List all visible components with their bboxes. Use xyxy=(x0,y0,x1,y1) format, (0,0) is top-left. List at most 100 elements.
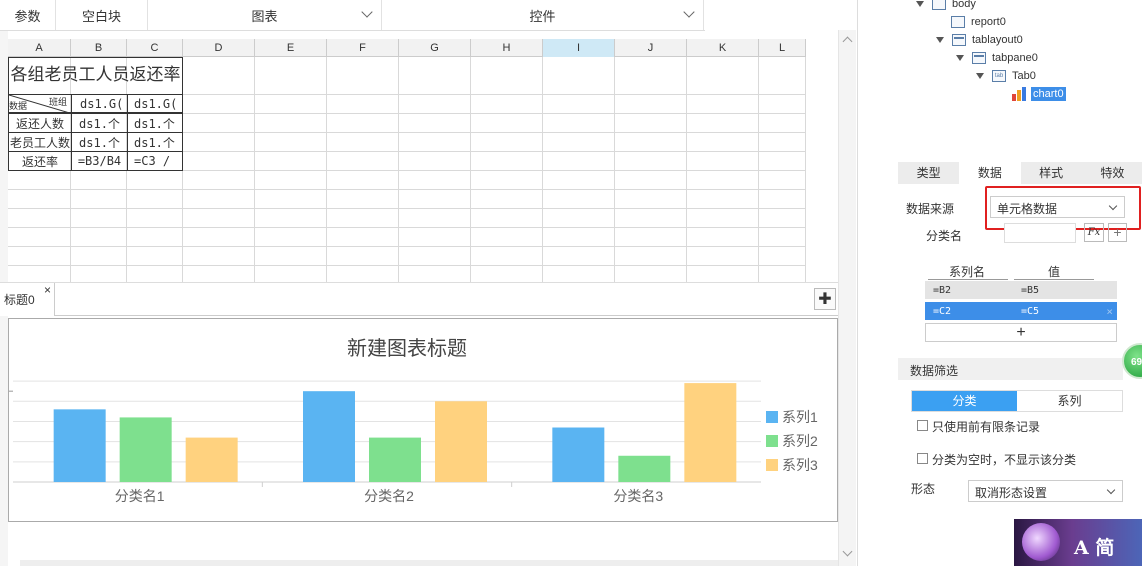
data-source-select[interactable]: 单元格数据 xyxy=(990,196,1125,218)
tree-label: body xyxy=(952,0,976,10)
row-label-cell[interactable]: 返还率 xyxy=(8,151,72,171)
cell-c2[interactable]: ds1.G( xyxy=(127,94,183,113)
column-header-k[interactable]: K xyxy=(687,39,759,57)
column-header-i[interactable]: I xyxy=(543,39,615,57)
column-header-f[interactable]: F xyxy=(327,39,399,57)
value-header: 值 xyxy=(1048,265,1061,279)
data-filter-header[interactable]: 数据筛选 xyxy=(898,358,1123,380)
segment-series[interactable]: 系列 xyxy=(1017,391,1122,411)
data-source-value: 单元格数据 xyxy=(997,202,1058,216)
filter-segment: 分类 系列 xyxy=(911,390,1123,412)
cell-grid[interactable]: 各组老员工人员返还率 班组 数据 ds1.G( ds1.G( 返还人数 ds1.个… xyxy=(8,57,806,283)
limit-records-label: 只使用前有限条记录 xyxy=(932,420,1041,434)
legend-swatch-1 xyxy=(766,411,778,423)
legend-swatch-3 xyxy=(766,459,778,471)
column-header-g[interactable]: G xyxy=(399,39,471,57)
series-value: =B5 xyxy=(1021,284,1040,296)
tree-label-selected: chart0 xyxy=(1031,87,1066,101)
title-cell[interactable]: 各组老员工人员返还率 xyxy=(8,57,183,94)
series-value: =C5 xyxy=(1021,305,1040,317)
grid-line xyxy=(470,57,471,283)
grid-line xyxy=(542,57,543,283)
property-tab-3[interactable]: 特效 xyxy=(1082,162,1142,184)
chart-dropdown-label: 图表 xyxy=(251,8,278,24)
column-header-a[interactable]: A xyxy=(8,39,71,57)
cell-c[interactable]: ds1.个 xyxy=(127,132,183,152)
form-select[interactable]: 取消形态设置 xyxy=(968,480,1123,502)
limit-records-checkbox[interactable] xyxy=(917,420,928,431)
cell-c[interactable]: =C3 / xyxy=(127,151,183,171)
property-tab-1[interactable]: 数据 xyxy=(959,162,1021,184)
row-label-cell[interactable]: 返还人数 xyxy=(8,113,72,133)
blank-block-button[interactable]: 空白块 xyxy=(56,0,148,30)
cell-b[interactable]: ds1.个 xyxy=(71,132,128,152)
floating-badge[interactable]: 69 xyxy=(1122,343,1142,379)
tree-item-tab0[interactable]: tab Tab0 xyxy=(976,67,1036,85)
cell-b2[interactable]: ds1.G( xyxy=(71,94,128,113)
tab-title0[interactable]: 标题0 × xyxy=(0,283,55,316)
chart-dropdown[interactable]: 图表 xyxy=(148,0,382,30)
tree-item-tablayout0[interactable]: tablayout0 xyxy=(936,31,1023,49)
bar-3-1 xyxy=(185,437,238,482)
bar-1-3 xyxy=(552,427,605,482)
tree-item-chart0[interactable]: chart0 xyxy=(1011,85,1066,103)
cell-c[interactable]: ds1.个 xyxy=(127,113,183,133)
column-header-e[interactable]: E xyxy=(255,39,327,57)
cell-b[interactable]: =B3/B4 xyxy=(71,151,128,171)
x-tick-label: 分类名3 xyxy=(613,488,663,504)
add-category-button[interactable]: + xyxy=(1108,223,1127,242)
category-name-input[interactable] xyxy=(1004,223,1076,243)
column-header-d[interactable]: D xyxy=(183,39,255,57)
segment-category[interactable]: 分类 xyxy=(912,391,1017,411)
slash-header-cell[interactable]: 班组 数据 xyxy=(8,94,72,113)
top-toolbar: 参数 空白块 图表 控件 xyxy=(0,0,705,31)
column-header-c[interactable]: C xyxy=(127,39,183,57)
column-header-b[interactable]: B xyxy=(71,39,127,57)
promo-banner[interactable]: A 简 xyxy=(1014,519,1142,566)
formula-button[interactable]: Fx xyxy=(1084,223,1104,242)
column-header-l[interactable]: L xyxy=(759,39,806,57)
series-row-selected[interactable]: =C2 =C5 × xyxy=(925,302,1117,320)
hide-empty-checkbox[interactable] xyxy=(917,453,928,464)
chart-preview[interactable]: 新建图表标题 分类名1 分类名2 分类名3 系列1 系列2 系列3 xyxy=(8,318,838,522)
scroll-down-icon[interactable] xyxy=(842,546,853,557)
bar-3-3 xyxy=(684,383,737,482)
add-series-button[interactable]: + xyxy=(925,323,1117,342)
series-row[interactable]: =B2 =B5 xyxy=(925,281,1117,299)
bar-2-1 xyxy=(119,417,172,482)
bar-2-3 xyxy=(618,455,671,482)
bar-2-2 xyxy=(369,437,421,482)
expand-icon xyxy=(976,73,984,79)
tree-item-report0[interactable]: report0 xyxy=(951,13,1006,31)
remove-icon[interactable]: × xyxy=(1106,305,1113,318)
vertical-scrollbar[interactable] xyxy=(838,30,856,566)
scroll-up-icon[interactable] xyxy=(842,36,853,47)
grid-line xyxy=(686,57,687,283)
column-header-row: ABCDEFGHIJKL xyxy=(8,39,806,57)
property-tab-2[interactable]: 样式 xyxy=(1021,162,1082,184)
layout-tabstrip: 标题0 × ✚ xyxy=(0,282,838,316)
spreadsheet[interactable]: ABCDEFGHIJKL 各组老员工人员返还率 班组 数据 ds1.G( ds1… xyxy=(8,39,806,283)
control-dropdown-label: 控件 xyxy=(529,8,556,24)
column-header-j[interactable]: J xyxy=(615,39,687,57)
chart-title: 新建图表标题 xyxy=(347,337,467,360)
chevron-down-icon xyxy=(683,6,695,18)
tree-item-tabpane0[interactable]: tabpane0 xyxy=(956,49,1038,67)
params-label: 参数 xyxy=(14,8,41,24)
add-tab-button[interactable]: ✚ xyxy=(814,288,836,310)
slash-bottom-label: 数据 xyxy=(9,101,28,111)
close-icon[interactable]: × xyxy=(44,283,51,297)
params-button[interactable]: 参数 xyxy=(0,0,56,30)
horizontal-scrollbar[interactable] xyxy=(20,560,838,566)
tree-label: tablayout0 xyxy=(972,34,1023,46)
tree-item-body[interactable]: body xyxy=(916,0,976,13)
cell-b[interactable]: ds1.个 xyxy=(71,113,128,133)
row-label-cell[interactable]: 老员工人数 xyxy=(8,132,72,152)
control-dropdown[interactable]: 控件 xyxy=(382,0,704,30)
chevron-down-icon xyxy=(361,6,373,18)
legend-swatch-2 xyxy=(766,435,778,447)
grid-line xyxy=(805,57,806,283)
data-source-label: 数据来源 xyxy=(906,202,955,216)
column-header-h[interactable]: H xyxy=(471,39,543,57)
property-tab-0[interactable]: 类型 xyxy=(898,162,959,184)
